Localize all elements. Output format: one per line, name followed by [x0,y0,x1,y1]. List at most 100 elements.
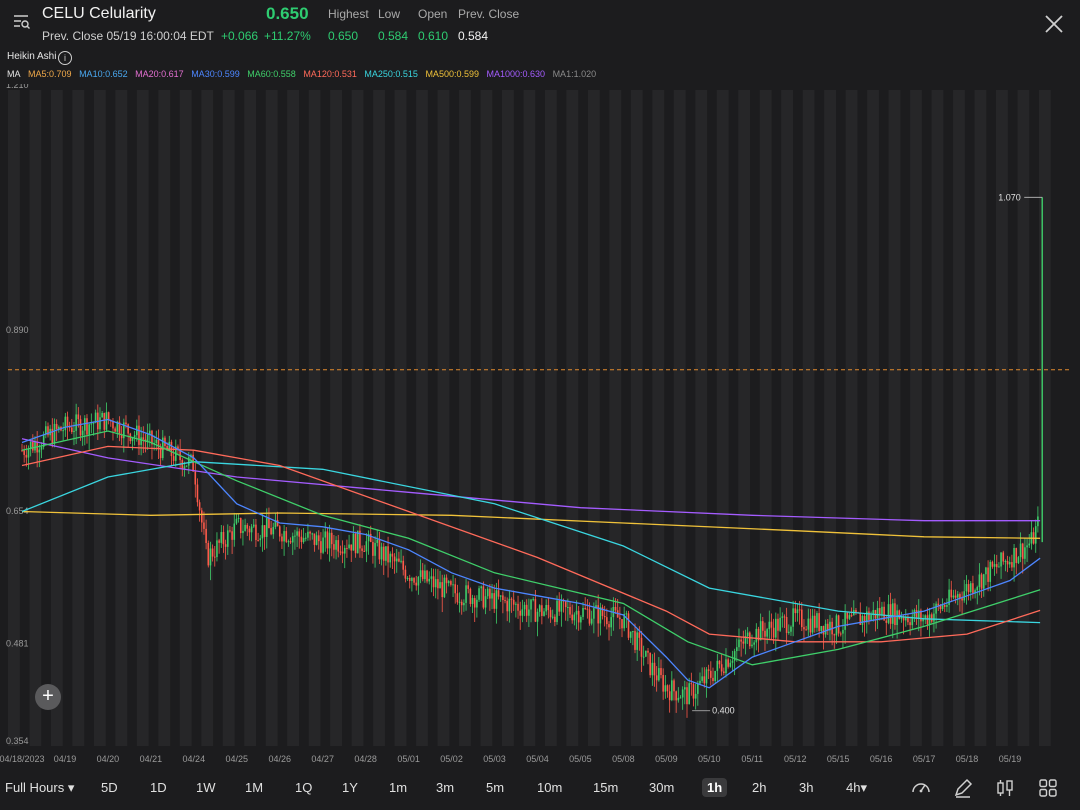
candle-body [363,550,366,552]
candle-body [441,582,444,598]
candle-body [571,614,573,621]
candle-body [309,531,311,534]
candle-body [759,621,762,641]
draw-pencil-icon[interactable] [952,777,974,799]
candle-body [969,583,972,593]
period-1q[interactable]: 1Q [295,780,312,795]
period-2h[interactable]: 2h [752,780,766,795]
candle-body [777,618,779,631]
candle-body [222,532,225,545]
period-1d[interactable]: 1D [150,780,167,795]
x-tick-label: 05/03 [483,754,506,764]
grid-layout-icon[interactable] [1037,777,1059,799]
candle-body [541,605,543,616]
x-tick-label: 04/28 [354,754,377,764]
candle-body [335,540,337,550]
candle-body [34,441,36,451]
period-15min[interactable]: 15m [593,780,618,795]
candle-body [133,435,136,438]
candle-body [790,626,792,632]
candle-body [954,595,957,598]
candle-body [499,595,502,597]
candle-body [300,536,303,543]
candle-body [610,617,612,628]
period-4h[interactable]: 4h▾ [846,780,867,796]
menu-search-icon[interactable] [10,10,32,32]
candle-body [560,599,563,612]
candle-body [369,533,372,542]
candle-body [775,618,777,638]
candle-body [352,533,355,551]
period-3min[interactable]: 3m [436,780,454,795]
candle-body [530,599,532,610]
candle-body [259,538,262,541]
candle-body [445,577,448,584]
candle-body [904,617,907,621]
candle-body [237,518,240,520]
session-stripe [437,90,450,746]
stat-label-prev-close: Prev. Close [458,7,520,21]
candle-body [824,623,827,635]
candle-body [844,612,846,630]
candle-body [835,615,838,636]
candle-body [567,606,569,608]
indicators-icon[interactable] [994,777,1016,799]
candle-body [454,584,457,594]
x-tick-label: 05/16 [870,754,893,764]
session-stripe [974,90,987,746]
candle-body [419,570,422,577]
candle-body [870,614,872,620]
add-indicator-button[interactable]: + [35,684,61,710]
candle-body [235,518,238,524]
candle-body [887,604,890,623]
period-5min[interactable]: 5m [486,780,504,795]
stat-label-open: Open [418,7,448,21]
candle-body [930,614,933,622]
candle-body [965,584,968,592]
period-3h[interactable]: 3h [799,780,813,795]
candle-body [447,581,450,584]
speedometer-icon[interactable] [910,777,932,799]
candle-body [506,600,509,612]
session-stripe [781,90,794,746]
candle-body [796,609,799,614]
period-1h[interactable]: 1h [702,778,728,797]
candle-body [81,430,84,436]
candle-body [580,616,582,623]
period-1min[interactable]: 1m [389,780,407,795]
candle-body [380,546,383,560]
period-30min[interactable]: 30m [649,780,674,795]
info-icon[interactable]: i [58,51,72,65]
candle-body [432,576,435,588]
y-tick-label: 1.210 [6,84,29,90]
price-chart[interactable]: 1.2100.8900.6540.4810.35404/18/2023 04/19… [0,84,1080,768]
ma-legend-item: MA1:1.020 [552,69,597,79]
candle-body [283,531,285,542]
candle-body [755,628,758,643]
candle-body [764,630,766,637]
candle-body [982,574,985,589]
candle-body [736,647,738,652]
candle-body [549,610,552,618]
candle-body [690,683,693,685]
candle-body [114,428,116,432]
period-5d[interactable]: 5D [101,780,118,795]
candle-body [521,609,524,616]
candle-body [493,593,496,609]
candle-body [694,693,697,699]
close-icon[interactable] [1042,12,1066,36]
candle-body [653,662,656,676]
period-1w[interactable]: 1W [196,780,216,795]
candle-body [465,585,467,603]
period-10min[interactable]: 10m [537,780,562,795]
session-stripe [523,90,536,746]
candle-body [848,615,851,619]
candle-body [350,544,353,551]
session-selector[interactable]: Full Hours ▾ [5,780,74,796]
candle-body [333,544,335,550]
period-1m[interactable]: 1M [245,780,263,795]
candle-body [640,637,643,657]
candle-body [406,577,409,579]
period-1y[interactable]: 1Y [342,780,358,795]
price-change-pct: +11.27% [264,29,311,43]
